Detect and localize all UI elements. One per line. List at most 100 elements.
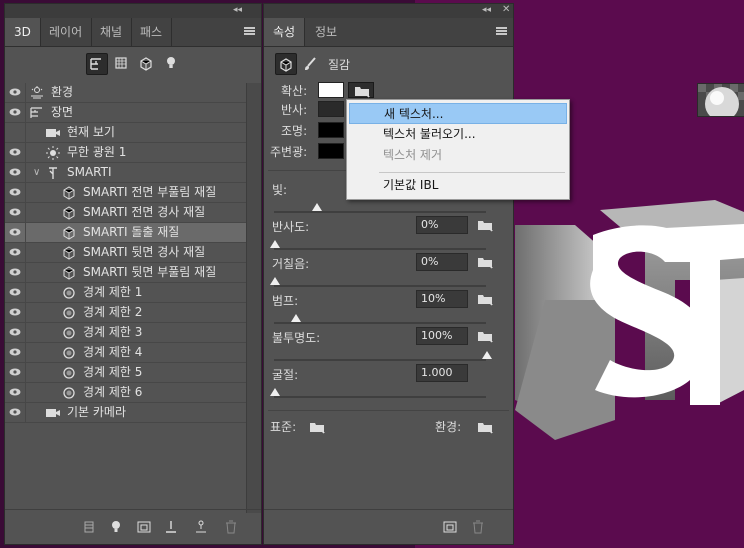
diffuse-color-swatch[interactable]	[318, 82, 344, 98]
material-mode-icon[interactable]	[275, 53, 297, 75]
list-scrollbar[interactable]	[246, 83, 261, 513]
add-mesh-icon[interactable]	[442, 519, 458, 535]
list-item-label: 현재 보기	[67, 125, 115, 139]
tab-info[interactable]: 정보	[306, 18, 346, 46]
list-item-constraint[interactable]: 경계 제한 3	[5, 323, 247, 343]
visibility-eye-icon[interactable]	[9, 328, 21, 336]
trash-icon[interactable]	[223, 519, 239, 535]
reflection-slider[interactable]	[274, 248, 486, 250]
bump-slider[interactable]	[274, 322, 486, 324]
visibility-eye-icon[interactable]	[9, 408, 21, 416]
list-item-material[interactable]: SMARTI 뒷면 부풀림 재질	[5, 263, 247, 283]
visibility-eye-icon[interactable]	[9, 188, 21, 196]
opacity-input[interactable]: 100%	[416, 327, 468, 345]
bump-input[interactable]: 10%	[416, 290, 468, 308]
folder-icon[interactable]	[476, 329, 494, 343]
roughness-input[interactable]: 0%	[416, 253, 468, 271]
collapse-icon[interactable]: ◂◂	[233, 5, 242, 15]
material-preview[interactable]	[697, 83, 744, 117]
specular-color-swatch[interactable]	[318, 101, 344, 117]
drop-to-ground-icon[interactable]	[193, 519, 209, 535]
scene-filter-icon[interactable]	[86, 53, 108, 75]
visibility-eye-icon[interactable]	[9, 228, 21, 236]
folder-icon[interactable]	[476, 255, 494, 269]
folder-icon[interactable]	[476, 218, 494, 232]
panel-menu-icon[interactable]	[244, 27, 255, 35]
list-item-label: 경계 제한 5	[83, 365, 143, 379]
shine-slider[interactable]	[274, 211, 486, 213]
list-item-constraint[interactable]: 경계 제한 1	[5, 283, 247, 303]
list-item-infinite-light[interactable]: 무한 광원 1	[5, 143, 247, 163]
visibility-eye-icon[interactable]	[9, 108, 21, 116]
folder-icon[interactable]	[476, 292, 494, 306]
visibility-eye-icon[interactable]	[9, 368, 21, 376]
trash-icon[interactable]	[470, 519, 486, 535]
list-item-material-selected[interactable]: SMARTI 돌출 재질	[5, 223, 247, 243]
refraction-input[interactable]: 1.000	[416, 364, 468, 382]
normal-folder-icon[interactable]	[308, 420, 326, 434]
illumination-label: 조명:	[281, 124, 308, 138]
bump-slider-thumb[interactable]	[291, 314, 301, 322]
illumination-color-swatch[interactable]	[318, 122, 344, 138]
environment-folder-icon[interactable]	[476, 420, 494, 434]
shine-slider-thumb[interactable]	[312, 203, 322, 211]
menu-item-load-texture[interactable]: 텍스처 불러오기...	[349, 124, 567, 145]
list-item-constraint[interactable]: 경계 제한 4	[5, 343, 247, 363]
opacity-slider[interactable]	[274, 359, 486, 361]
visibility-eye-icon[interactable]	[9, 208, 21, 216]
list-item-constraint[interactable]: 경계 제한 6	[5, 383, 247, 403]
ambient-color-swatch[interactable]	[318, 143, 344, 159]
list-item-current-view[interactable]: 현재 보기	[5, 123, 247, 143]
roughness-slider[interactable]	[274, 285, 486, 287]
tab-properties[interactable]: 속성	[264, 18, 306, 46]
tab-channels[interactable]: 채널	[91, 18, 133, 46]
mesh-filter-icon[interactable]	[111, 53, 133, 75]
material-filter-icon[interactable]	[136, 53, 158, 75]
visibility-eye-icon[interactable]	[9, 248, 21, 256]
chevron-down-icon[interactable]: ∨	[33, 163, 40, 182]
collapse-icon[interactable]: ◂◂	[482, 5, 491, 15]
list-item-scene[interactable]: 장면	[5, 103, 247, 123]
list-item-material[interactable]: SMARTI 전면 경사 재질	[5, 203, 247, 223]
visibility-eye-icon[interactable]	[9, 88, 21, 96]
light-filter-icon[interactable]	[161, 53, 183, 75]
list-item-material[interactable]: SMARTI 전면 부풀림 재질	[5, 183, 247, 203]
render-settings-icon[interactable]	[81, 519, 97, 535]
list-item-label: 경계 제한 2	[83, 305, 143, 319]
ground-icon[interactable]	[163, 519, 179, 535]
visibility-eye-icon[interactable]	[9, 388, 21, 396]
list-item-default-camera[interactable]: 기본 카메라	[5, 403, 247, 423]
menu-item-remove-texture[interactable]: 텍스처 제거	[349, 145, 567, 166]
panel-tabs: 속성 정보	[264, 18, 513, 47]
list-item-material[interactable]: SMARTI 뒷면 경사 재질	[5, 243, 247, 263]
add-light-icon[interactable]	[108, 519, 124, 535]
list-item-environment[interactable]: 환경	[5, 83, 247, 103]
tab-layers[interactable]: 레이어	[40, 18, 93, 46]
list-item-constraint[interactable]: 경계 제한 5	[5, 363, 247, 383]
visibility-eye-icon[interactable]	[9, 308, 21, 316]
reflection-input[interactable]: 0%	[416, 216, 468, 234]
list-item-label: 경계 제한 3	[83, 325, 143, 339]
list-item-smarti-mesh[interactable]: ∨ SMARTI	[5, 163, 247, 183]
tab-paths[interactable]: 패스	[131, 18, 173, 46]
list-item-constraint[interactable]: 경계 제한 2	[5, 303, 247, 323]
reflection-slider-thumb[interactable]	[270, 240, 280, 248]
brush-icon[interactable]	[302, 56, 318, 72]
close-icon[interactable]: ✕	[502, 4, 510, 15]
roughness-slider-thumb[interactable]	[270, 277, 280, 285]
visibility-eye-icon[interactable]	[9, 268, 21, 276]
visibility-eye-icon[interactable]	[9, 288, 21, 296]
panel-menu-icon[interactable]	[496, 27, 507, 35]
list-item-label: SMARTI 전면 경사 재질	[83, 205, 206, 219]
tab-3d[interactable]: 3D	[5, 18, 41, 46]
add-mesh-icon[interactable]	[136, 519, 152, 535]
opacity-slider-thumb[interactable]	[482, 351, 492, 359]
visibility-eye-icon[interactable]	[9, 168, 21, 176]
visibility-eye-icon[interactable]	[9, 348, 21, 356]
menu-item-new-texture[interactable]: 새 텍스처...	[349, 103, 567, 124]
refraction-slider[interactable]	[274, 396, 486, 398]
diffuse-texture-button[interactable]	[348, 82, 374, 98]
menu-item-default-ibl[interactable]: 기본값 IBL	[349, 175, 567, 196]
refraction-slider-thumb[interactable]	[270, 388, 280, 396]
visibility-eye-icon[interactable]	[9, 148, 21, 156]
